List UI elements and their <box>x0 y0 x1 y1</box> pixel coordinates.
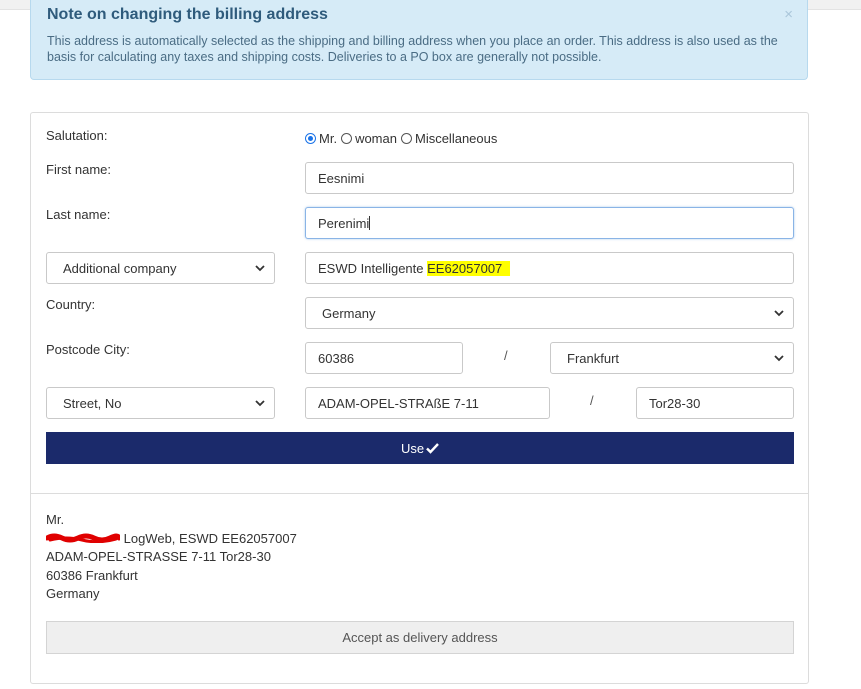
radio-unchecked-icon[interactable] <box>400 133 412 144</box>
postcode-value: 60386 <box>318 350 355 366</box>
company-vat-highlight: EE62057007 <box>427 260 503 276</box>
redaction-scribble <box>46 533 120 544</box>
accept-delivery-address-button[interactable]: Accept as delivery address <box>46 621 794 654</box>
street-type-value: Street, No <box>63 395 122 411</box>
checkmark-icon <box>426 443 439 454</box>
postcode-city-label: Postcode City: <box>46 342 130 357</box>
radio-miscellaneous[interactable]: Miscellaneous <box>400 131 498 146</box>
street-input[interactable]: ADAM-OPEL-STRAßE 7-11 <box>305 387 550 419</box>
radio-mr-label: Mr. <box>319 131 338 146</box>
first-name-input[interactable]: Eesnimi <box>305 162 794 194</box>
radio-checked-icon[interactable] <box>305 133 316 144</box>
salutation-label: Salutation: <box>46 128 108 143</box>
country-label: Country: <box>46 297 96 312</box>
additional-field-select[interactable]: Additional company <box>46 252 275 284</box>
use-button-label: Use <box>400 440 425 456</box>
billing-address-notice: Note on changing the billing address Thi… <box>30 0 808 80</box>
summary-country: Germany <box>46 586 100 601</box>
last-name-value: Perenimi <box>318 215 370 231</box>
chevron-down-icon <box>774 310 784 317</box>
first-name-value: Eesnimi <box>318 170 365 186</box>
chevron-down-icon <box>774 355 784 362</box>
radio-mr[interactable]: Mr. <box>305 131 337 146</box>
additional-field-value: Additional company <box>63 260 177 276</box>
last-name-label: Last name: <box>46 207 111 222</box>
city-select[interactable]: Frankfurt <box>550 342 794 374</box>
close-icon[interactable]: × <box>784 6 793 23</box>
company-input[interactable]: ESWD Intelligente EE62057007 <box>305 252 794 284</box>
postcode-city-separator: / <box>504 348 508 363</box>
radio-woman[interactable]: woman <box>341 131 397 146</box>
company-value: ESWD Intelligente EE62057007 <box>318 260 510 276</box>
radio-woman-label: woman <box>355 131 397 146</box>
chevron-down-icon <box>255 265 265 272</box>
radio-unchecked-icon[interactable] <box>341 133 353 144</box>
first-name-label: First name: <box>46 162 112 177</box>
house-number-value: Tor28-30 <box>649 395 701 411</box>
summary-postcode-city: 60386 Frankfurt <box>46 567 138 583</box>
section-divider <box>31 493 808 494</box>
salutation-radio-group: Mr. woman Miscellaneous <box>305 131 501 146</box>
summary-name-line: LogWeb, ESWD EE62057007 <box>46 530 297 549</box>
summary-street: ADAM-OPEL-STRASSE 7-11 Tor28-30 <box>46 549 271 564</box>
radio-miscellaneous-label: Miscellaneous <box>414 131 498 146</box>
company-value-text: ESWD Intelligente <box>318 260 428 276</box>
accept-button-label: Accept as delivery address <box>342 630 498 645</box>
summary-company: LogWeb, ESWD EE62057007 <box>120 530 297 546</box>
country-value: Germany <box>322 305 376 321</box>
street-type-select[interactable]: Street, No <box>46 387 275 419</box>
text-cursor <box>369 216 371 230</box>
chevron-down-icon <box>255 400 265 407</box>
country-select[interactable]: Germany <box>305 297 794 329</box>
street-value: ADAM-OPEL-STRAßE 7-11 <box>318 395 479 411</box>
summary-salutation: Mr. <box>46 512 65 527</box>
city-value: Frankfurt <box>567 350 620 366</box>
use-button[interactable]: Use <box>46 432 794 464</box>
street-number-separator: / <box>590 393 594 408</box>
notice-title: Note on changing the billing address <box>47 6 328 23</box>
house-number-input[interactable]: Tor28-30 <box>636 387 794 419</box>
address-summary: Mr. LogWeb, ESWD EE62057007 ADAM-OPEL-ST… <box>46 511 297 604</box>
postcode-input[interactable]: 60386 <box>305 342 463 374</box>
last-name-input[interactable]: Perenimi <box>305 207 794 239</box>
notice-body: This address is automatically selected a… <box>47 34 778 64</box>
